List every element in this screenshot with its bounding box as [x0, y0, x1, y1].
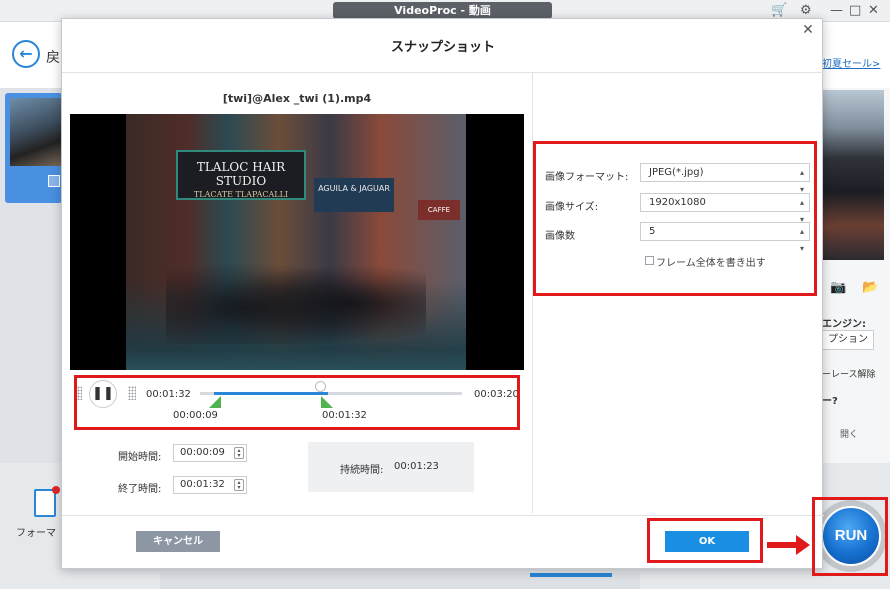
- shop-sign: AGUILA & JAGUAR: [314, 178, 394, 212]
- run-button[interactable]: RUN: [821, 506, 881, 566]
- dialog-close-icon[interactable]: ✕: [799, 21, 817, 39]
- count-setting-label: 画像数: [545, 231, 575, 242]
- video-thumbnail: [10, 98, 62, 166]
- divider: [62, 515, 824, 516]
- total-time: 00:03:20: [474, 389, 519, 400]
- stepper-icon[interactable]: ▴ ▾: [234, 447, 244, 459]
- format-icon[interactable]: [34, 486, 60, 517]
- shop-sign: CAFFE: [418, 200, 460, 220]
- stepper-icon[interactable]: ▴ ▾: [800, 223, 804, 257]
- cancel-button[interactable]: キャンセル: [136, 531, 220, 552]
- end-marker-time: 00:01:32: [322, 410, 367, 421]
- end-marker[interactable]: [321, 396, 333, 408]
- stepper-icon[interactable]: ▴ ▾: [234, 479, 244, 491]
- back-arrow-icon[interactable]: ←: [12, 40, 40, 68]
- pause-button[interactable]: ❚❚: [89, 380, 117, 408]
- open-button[interactable]: 開く: [840, 427, 858, 440]
- start-marker[interactable]: [209, 396, 221, 408]
- preview-frame: TLALOC HAIR STUDIO TLACATE TLAPACALLI AG…: [126, 114, 466, 370]
- duration-label: 持続時間:: [340, 465, 384, 476]
- size-setting-label: 画像サイズ:: [545, 202, 599, 213]
- full-frame-checkbox[interactable]: [645, 256, 654, 265]
- question-label: ー?: [822, 396, 838, 407]
- snapshot-dialog: スナップショット ✕ [twi]@Alex _twi (1).mp4 TLALO…: [61, 18, 824, 569]
- duration-value: 00:01:23: [394, 461, 439, 472]
- timeline-selection: [214, 392, 328, 395]
- back-label[interactable]: 戻: [46, 47, 60, 67]
- bottom-tab-active: [530, 573, 612, 577]
- deinterlace-label: ーレース解除: [822, 370, 876, 380]
- format-select-value: JPEG(*.jpg): [649, 167, 704, 178]
- minimize-icon[interactable]: —: [830, 2, 843, 20]
- preview-thumbnail: [822, 90, 884, 260]
- duration-box: 持続時間: 00:01:23: [308, 442, 474, 492]
- window-close-icon[interactable]: ✕: [868, 2, 879, 20]
- size-select-value: 1920x1080: [649, 197, 706, 208]
- maximize-icon[interactable]: □: [849, 2, 861, 20]
- current-time: 00:01:32: [146, 389, 191, 400]
- annotation-arrow: [767, 542, 797, 548]
- dialog-title: スナップショット: [390, 40, 495, 55]
- file-name: [twi]@Alex _twi (1).mp4: [222, 92, 372, 105]
- divider: [532, 73, 533, 513]
- start-time-value: 00:00:09: [180, 447, 225, 458]
- drag-handle-icon[interactable]: [128, 386, 136, 400]
- start-time-label: 開始時間:: [118, 452, 162, 463]
- playhead-handle[interactable]: [315, 381, 326, 392]
- divider: [62, 72, 824, 73]
- folder-icon[interactable]: 📂: [862, 280, 878, 295]
- count-value: 5: [649, 226, 656, 237]
- window-title: VideoProc - 動画: [333, 2, 552, 19]
- shop-sign-subtext: TLACATE TLAPACALLI: [193, 190, 289, 199]
- format-select[interactable]: JPEG(*.jpg) ▴ ▾: [640, 163, 810, 194]
- annotation-arrow-head: [796, 535, 810, 555]
- drag-handle-icon[interactable]: [74, 386, 82, 400]
- size-select[interactable]: 1920x1080 ▴ ▾: [640, 193, 810, 224]
- people-group: [166, 254, 426, 344]
- format-setting-label: 画像フォーマット:: [545, 172, 629, 183]
- option-button[interactable]: プション: [822, 330, 874, 350]
- end-time-value: 00:01:32: [180, 479, 225, 490]
- camera-icon[interactable]: 📷: [830, 280, 846, 295]
- shop-sign: TLALOC HAIR STUDIO TLACATE TLAPACALLI: [176, 150, 306, 200]
- end-time-field[interactable]: 00:01:32 ▴ ▾: [173, 476, 247, 494]
- video-preview: TLALOC HAIR STUDIO TLACATE TLAPACALLI AG…: [70, 114, 524, 370]
- start-time-field[interactable]: 00:00:09 ▴ ▾: [173, 444, 247, 462]
- sale-link[interactable]: 初夏セール>: [822, 55, 880, 70]
- shop-sign-text: TLALOC HAIR STUDIO: [196, 160, 286, 188]
- count-stepper[interactable]: 5 ▴ ▾: [640, 222, 810, 253]
- ok-button[interactable]: OK: [665, 531, 749, 552]
- engine-label: エンジン:: [822, 319, 866, 330]
- format-label[interactable]: フォーマ: [16, 524, 56, 539]
- thumbnail-checkbox[interactable]: [48, 175, 60, 187]
- end-time-label: 終了時間:: [118, 484, 162, 495]
- full-frame-label[interactable]: フレーム全体を書き出す: [656, 254, 766, 269]
- start-marker-time: 00:00:09: [173, 410, 218, 421]
